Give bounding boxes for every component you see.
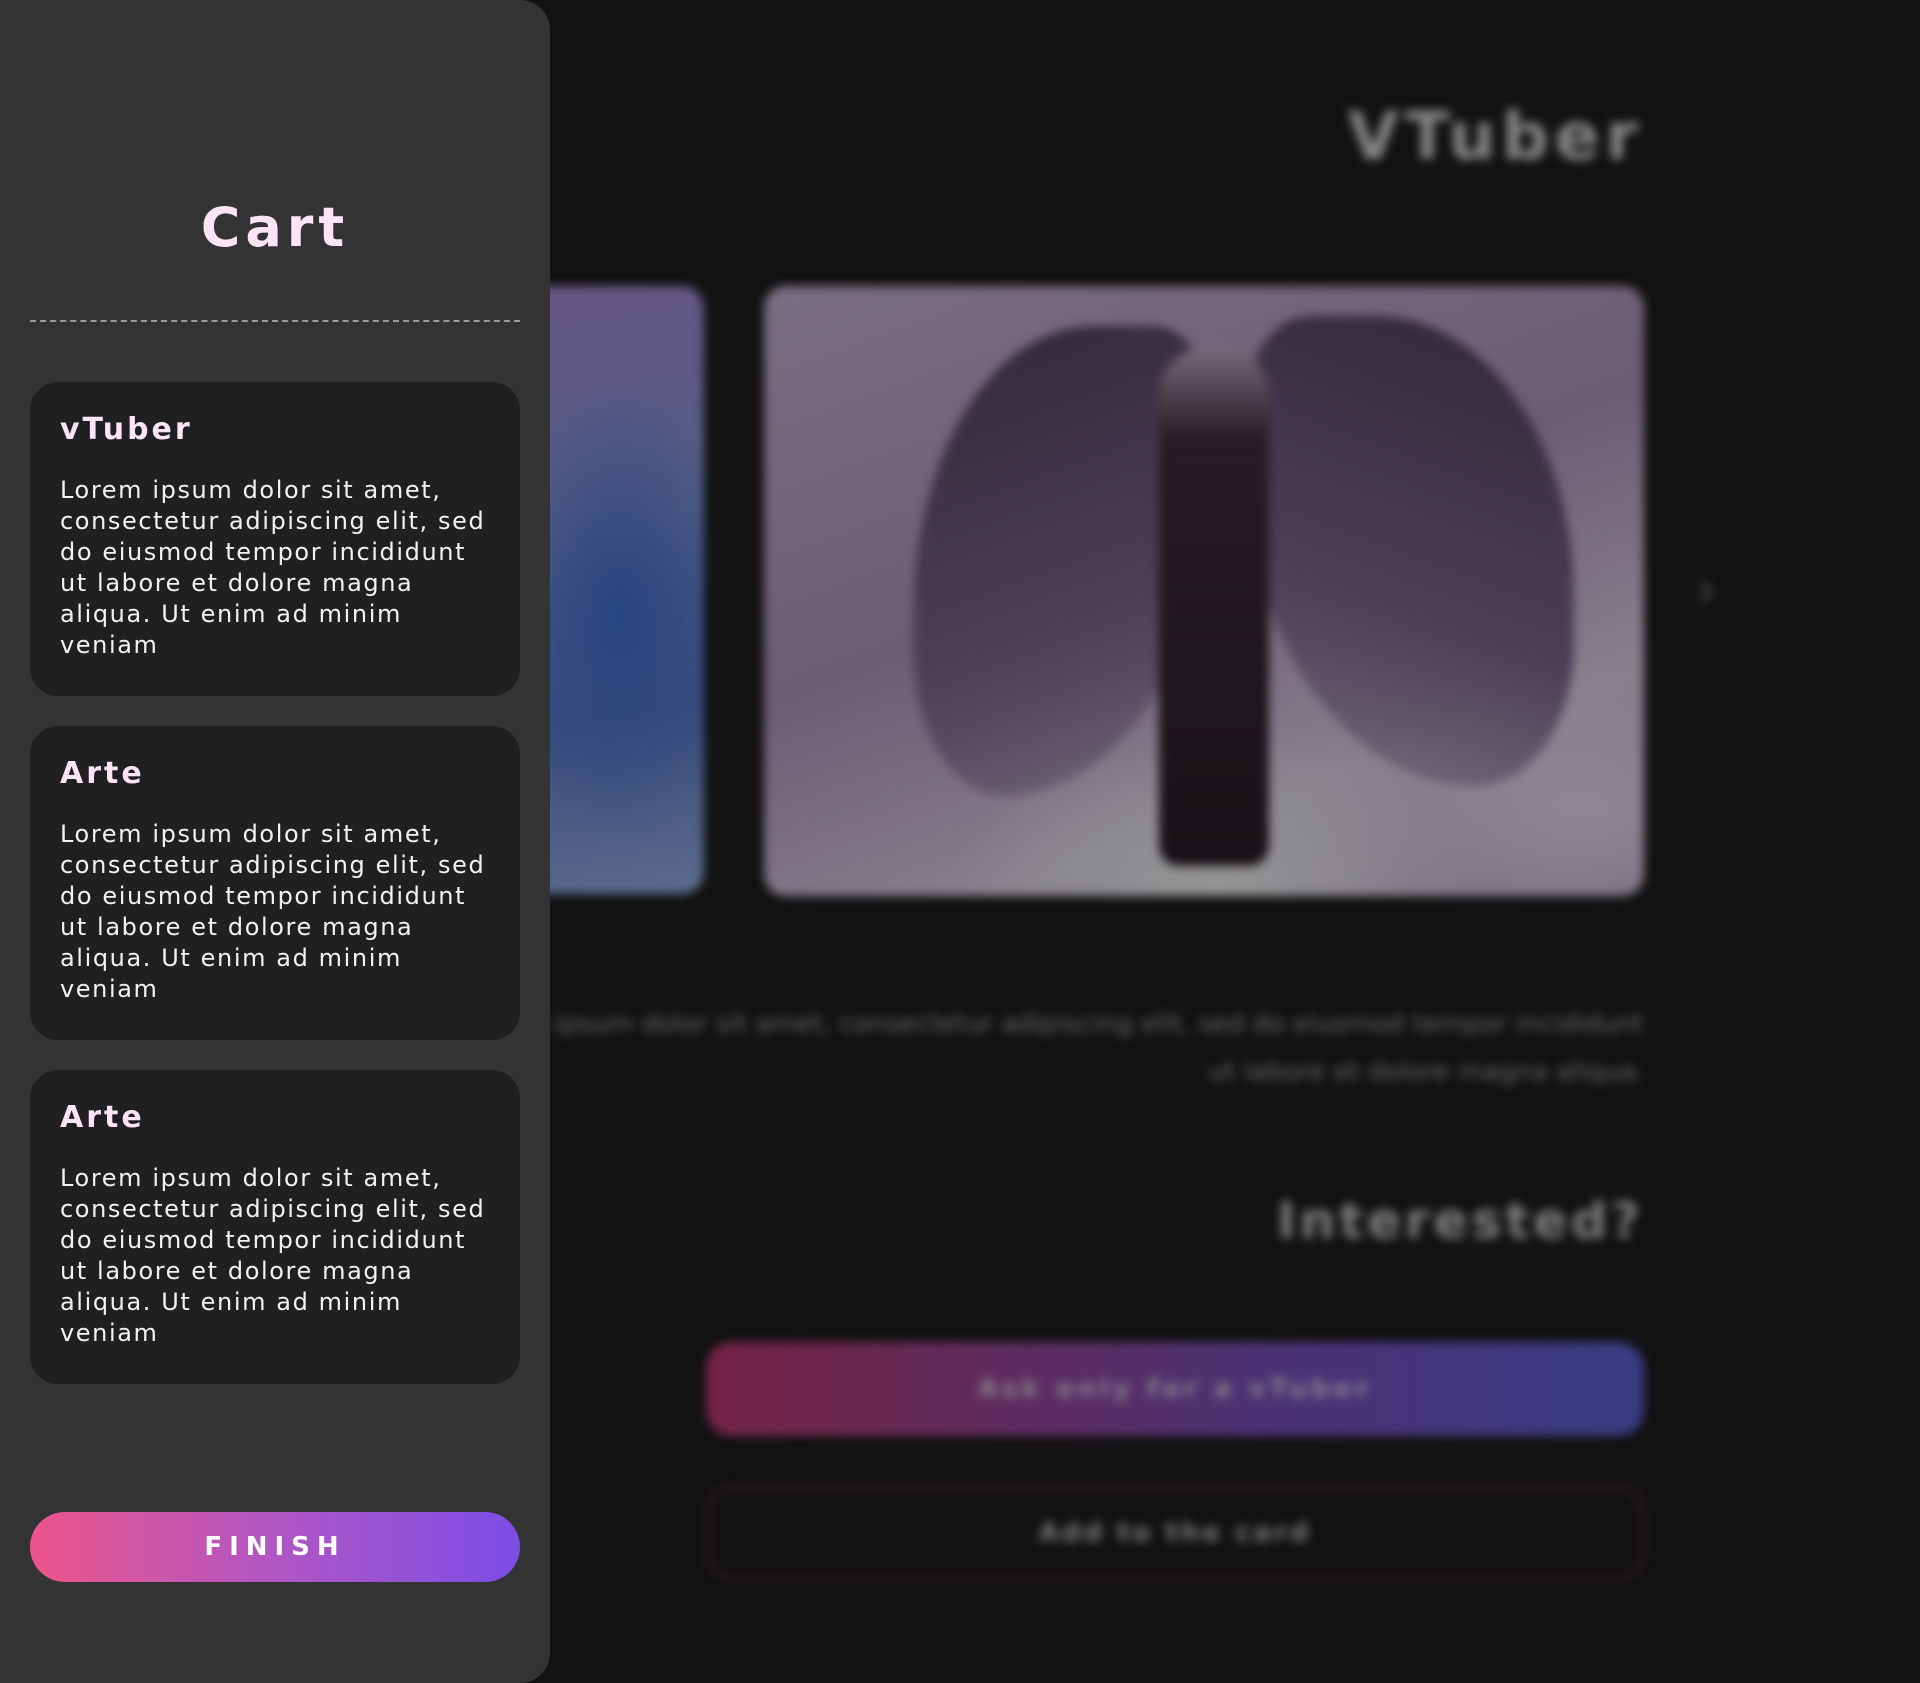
cart-item-title: vTuber [60,412,193,447]
artwork-figure [1159,346,1269,866]
page-title: VTuber [1347,98,1644,175]
cart-item-description: Lorem ipsum dolor sit amet, consectetur … [60,1164,486,1347]
cart-item-title: Arte [60,1100,145,1135]
add-to-cart-button[interactable]: Add to the card [706,1486,1644,1580]
cart-title: Cart [200,196,350,259]
cart-divider [30,320,520,322]
cart-item-description: Lorem ipsum dolor sit amet, consectetur … [60,476,486,659]
interested-heading: Interested? [1277,1192,1644,1250]
cart-item-title: Arte [60,756,145,791]
chevron-right-icon[interactable]: › [1696,562,1736,618]
cart-item[interactable]: Arte Lorem ipsum dolor sit amet, consect… [30,726,520,1040]
artwork-wing-right [1244,316,1574,786]
cart-item-description: Lorem ipsum dolor sit amet, consectetur … [60,820,486,1003]
cart-item[interactable]: vTuber Lorem ipsum dolor sit amet, conse… [30,382,520,696]
carousel-main-image[interactable] [764,286,1644,896]
ask-vtuber-button[interactable]: Ask only for a vTuber [706,1342,1644,1436]
product-description: Lorem ipsum dolor sit amet, consectetur … [464,1009,1644,1087]
cart-panel: Cart vTuber Lorem ipsum dolor sit amet, … [0,0,550,1683]
cart-item[interactable]: Arte Lorem ipsum dolor sit amet, consect… [30,1070,520,1384]
finish-button[interactable]: FINISH [30,1512,520,1582]
